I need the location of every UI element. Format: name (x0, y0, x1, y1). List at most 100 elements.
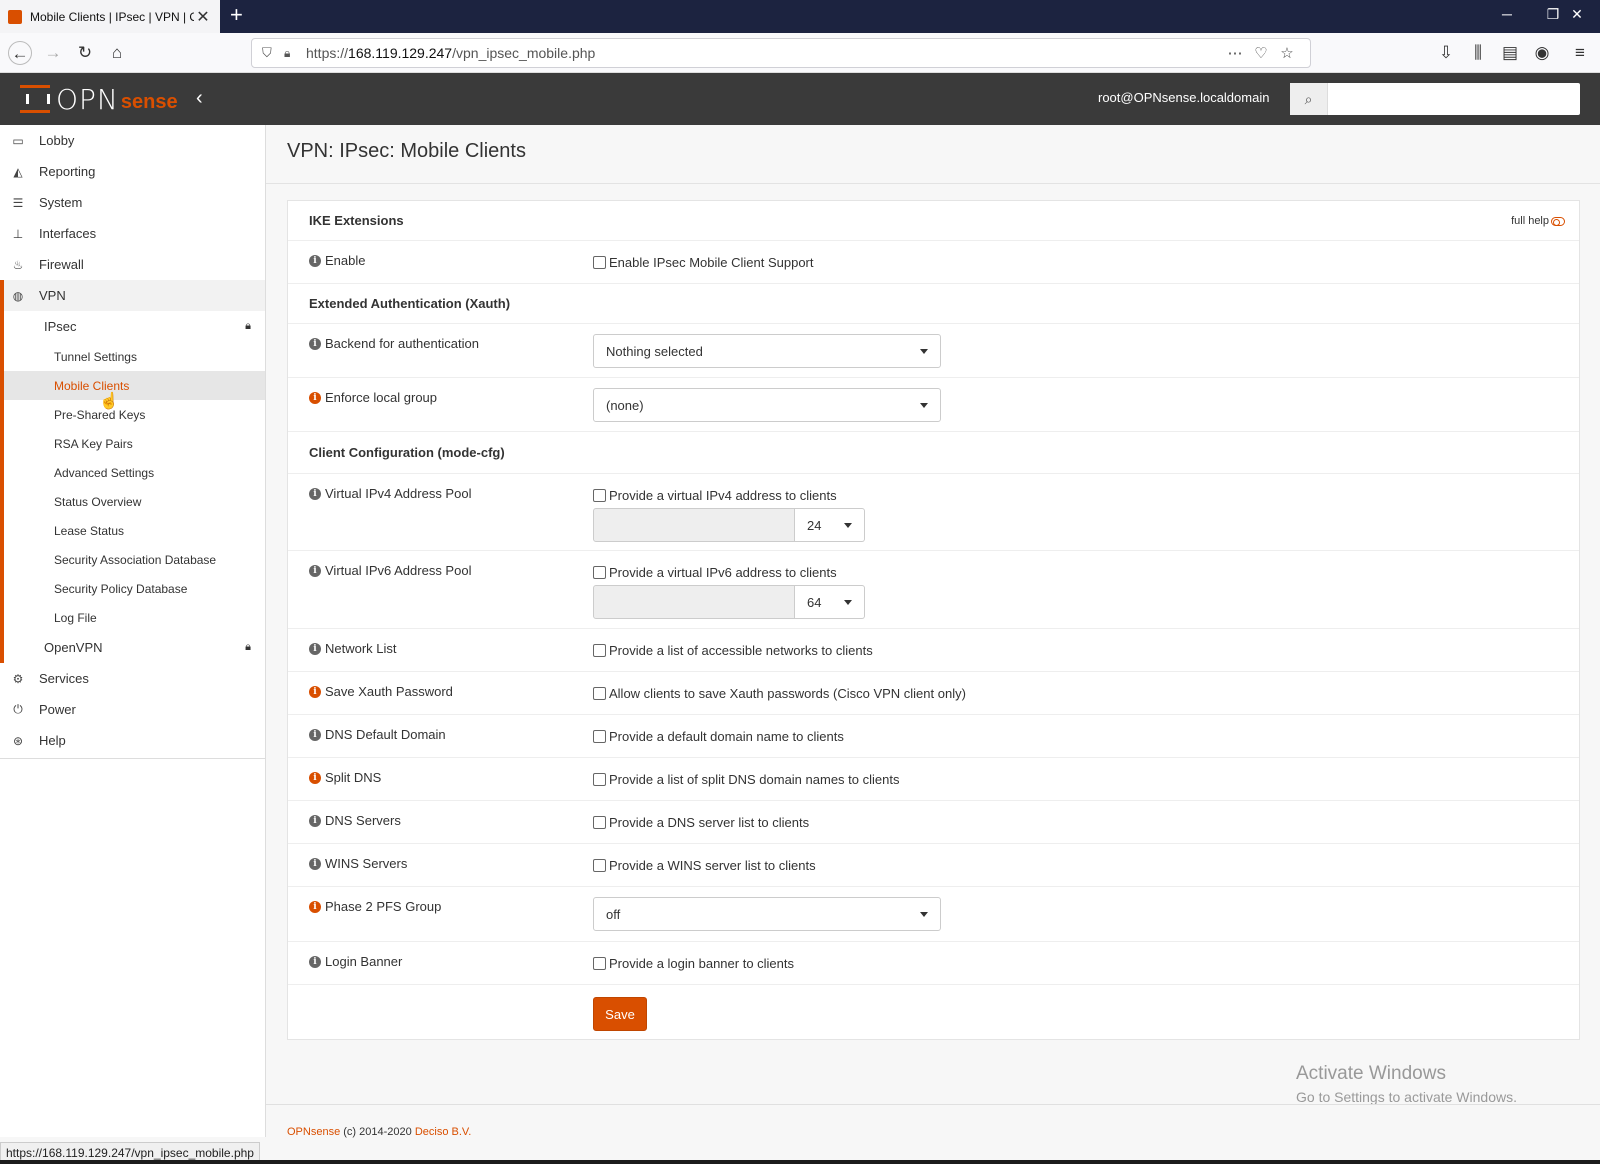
home-icon[interactable]: ⌂ (105, 41, 129, 65)
row-local-group: i Enforce local group (none) (288, 378, 1579, 432)
full-help-toggle[interactable]: full help (1511, 215, 1565, 227)
split-dns-checkbox[interactable]: Provide a list of split DNS domain names… (593, 772, 899, 787)
checkbox[interactable] (593, 256, 606, 269)
checkbox[interactable] (593, 687, 606, 700)
login-banner-checkbox[interactable]: Provide a login banner to clients (593, 956, 794, 971)
sidebar-item-sad[interactable]: Security Association Database (4, 545, 265, 574)
sidebar-item-interfaces[interactable]: ⊥ Interfaces (0, 218, 265, 249)
info-icon[interactable]: i (309, 564, 321, 577)
download-icon[interactable]: ⇩ (1434, 41, 1458, 65)
search-input[interactable] (1328, 83, 1580, 115)
checkbox[interactable] (593, 957, 606, 970)
url-text[interactable]: https://168.119.129.247/vpn_ipsec_mobile… (306, 45, 1222, 61)
sidebar-item-status-overview[interactable]: Status Overview (4, 487, 265, 516)
dns-servers-checkbox[interactable]: Provide a DNS server list to clients (593, 815, 809, 830)
local-group-select[interactable]: (none) (593, 388, 941, 422)
info-warning-icon[interactable]: i (309, 900, 321, 913)
caret-down-icon (844, 522, 852, 528)
pfs-group-select[interactable]: off (593, 897, 941, 931)
checkbox[interactable] (593, 644, 606, 657)
tab-title: Mobile Clients | IPsec | VPN | OPNsense (30, 9, 194, 24)
ipv6-pool-checkbox[interactable]: Provide a virtual IPv6 address to client… (593, 565, 837, 580)
network-list-checkbox[interactable]: Provide a list of accessible networks to… (593, 643, 873, 658)
ipv4-mask-select[interactable]: 24 (795, 508, 865, 542)
enable-checkbox[interactable]: Enable IPsec Mobile Client Support (593, 255, 814, 270)
library-icon[interactable]: ⫼ (1466, 41, 1490, 65)
row-enable: i Enable Enable IPsec Mobile Client Suppo… (288, 241, 1579, 284)
close-tab-icon[interactable]: ✕ (194, 7, 212, 27)
sidebar-item-pre-shared-keys[interactable]: Pre-Shared Keys (4, 400, 265, 429)
checkbox[interactable] (593, 859, 606, 872)
minimize-icon[interactable]: ─ (1484, 6, 1530, 22)
pocket-icon[interactable]: ♡ (1248, 44, 1274, 62)
dns-domain-checkbox[interactable]: Provide a default domain name to clients (593, 729, 844, 744)
ipv6-mask-select[interactable]: 64 (795, 585, 865, 619)
forward-icon[interactable]: → (41, 41, 65, 65)
wins-servers-checkbox[interactable]: Provide a WINS server list to clients (593, 858, 816, 873)
user-label[interactable]: root@OPNsense.localdomain (1098, 90, 1269, 105)
checkbox[interactable] (593, 730, 606, 743)
info-icon[interactable]: i (309, 487, 321, 500)
checkbox[interactable] (593, 773, 606, 786)
sidebar-toggle-icon[interactable]: ▤ (1498, 41, 1522, 65)
backend-select[interactable]: Nothing selected (593, 334, 941, 368)
sidebar-item-firewall[interactable]: ♨ Firewall (0, 249, 265, 280)
ipv6-pool-inputs: 64 (593, 585, 865, 619)
insecure-lock-icon[interactable]: 🔒︎ (284, 46, 298, 61)
shield-icon[interactable]: ⛉ (262, 45, 276, 61)
info-icon[interactable]: i (309, 814, 321, 827)
ipv6-network-input[interactable] (593, 585, 795, 619)
info-icon[interactable]: i (309, 254, 321, 267)
opnsense-logo[interactable]: OPN sense (20, 83, 178, 116)
checkbox[interactable] (593, 566, 606, 579)
sidebar-item-rsa-key-pairs[interactable]: RSA Key Pairs (4, 429, 265, 458)
sidebar-item-vpn[interactable]: ◍ VPN (4, 280, 265, 311)
save-button[interactable]: Save (593, 997, 647, 1031)
checkbox[interactable] (593, 816, 606, 829)
info-icon[interactable]: i (309, 642, 321, 655)
sidebar-item-lease-status[interactable]: Lease Status (4, 516, 265, 545)
page-actions-icon[interactable]: ⋯ (1222, 44, 1248, 62)
reload-icon[interactable]: ↻ (73, 41, 97, 65)
browser-tab[interactable]: Mobile Clients | IPsec | VPN | OPNsense … (0, 0, 220, 33)
sidebar-item-lobby[interactable]: ▭ Lobby (0, 125, 265, 156)
sidebar-item-services[interactable]: ⚙ Services (0, 663, 265, 694)
info-icon[interactable]: i (309, 728, 321, 741)
url-bar[interactable]: ⛉ 🔒︎ https://168.119.129.247/vpn_ipsec_m… (251, 38, 1311, 68)
sidebar-item-mobile-clients[interactable]: Mobile Clients (4, 371, 265, 400)
account-icon[interactable]: ◉ (1530, 41, 1554, 65)
footer-brand-link[interactable]: OPNsense (287, 1126, 340, 1138)
sidebar-item-reporting[interactable]: ◭ Reporting (0, 156, 265, 187)
info-icon[interactable]: i (309, 955, 321, 968)
sidebar-item-power[interactable]: ⏻ Power (0, 694, 265, 725)
logo-mark-icon (20, 85, 50, 113)
search-icon: ⌕ (1290, 83, 1328, 115)
ipv4-pool-checkbox[interactable]: Provide a virtual IPv4 address to client… (593, 488, 837, 503)
row-ipv4-pool: i Virtual IPv4 Address Pool Provide a vir… (288, 474, 1579, 551)
sidebar-item-log-file[interactable]: Log File (4, 603, 265, 632)
info-warning-icon[interactable]: i (309, 771, 321, 784)
sidebar-item-openvpn[interactable]: OpenVPN 🔒︎ (4, 632, 265, 663)
sidebar-item-system[interactable]: ☰ System (0, 187, 265, 218)
footer-company-link[interactable]: Deciso B.V. (415, 1126, 471, 1138)
sidebar-item-spd[interactable]: Security Policy Database (4, 574, 265, 603)
back-icon[interactable]: ← (8, 41, 32, 65)
close-window-icon[interactable]: ✕ (1554, 6, 1600, 23)
info-warning-icon[interactable]: i (309, 391, 321, 404)
info-icon[interactable]: i (309, 337, 321, 350)
sidebar-item-ipsec[interactable]: IPsec 🔒︎ (4, 311, 265, 342)
ipv4-network-input[interactable] (593, 508, 795, 542)
sidebar-item-advanced-settings[interactable]: Advanced Settings (4, 458, 265, 487)
sidebar-item-help[interactable]: ⊛ Help (0, 725, 265, 756)
info-warning-icon[interactable]: i (309, 685, 321, 698)
sidebar-item-tunnel-settings[interactable]: Tunnel Settings (4, 342, 265, 371)
save-xauth-checkbox[interactable]: Allow clients to save Xauth passwords (C… (593, 686, 966, 701)
collapse-sidebar-icon[interactable]: ‹ (196, 87, 203, 110)
menu-icon[interactable]: ≡ (1568, 41, 1592, 65)
row-pfs-group: i Phase 2 PFS Group off (288, 887, 1579, 942)
new-tab-icon[interactable]: + (230, 4, 243, 26)
search-box[interactable]: ⌕ (1290, 83, 1580, 115)
info-icon[interactable]: i (309, 857, 321, 870)
bookmark-star-icon[interactable]: ☆ (1274, 44, 1300, 62)
checkbox[interactable] (593, 489, 606, 502)
